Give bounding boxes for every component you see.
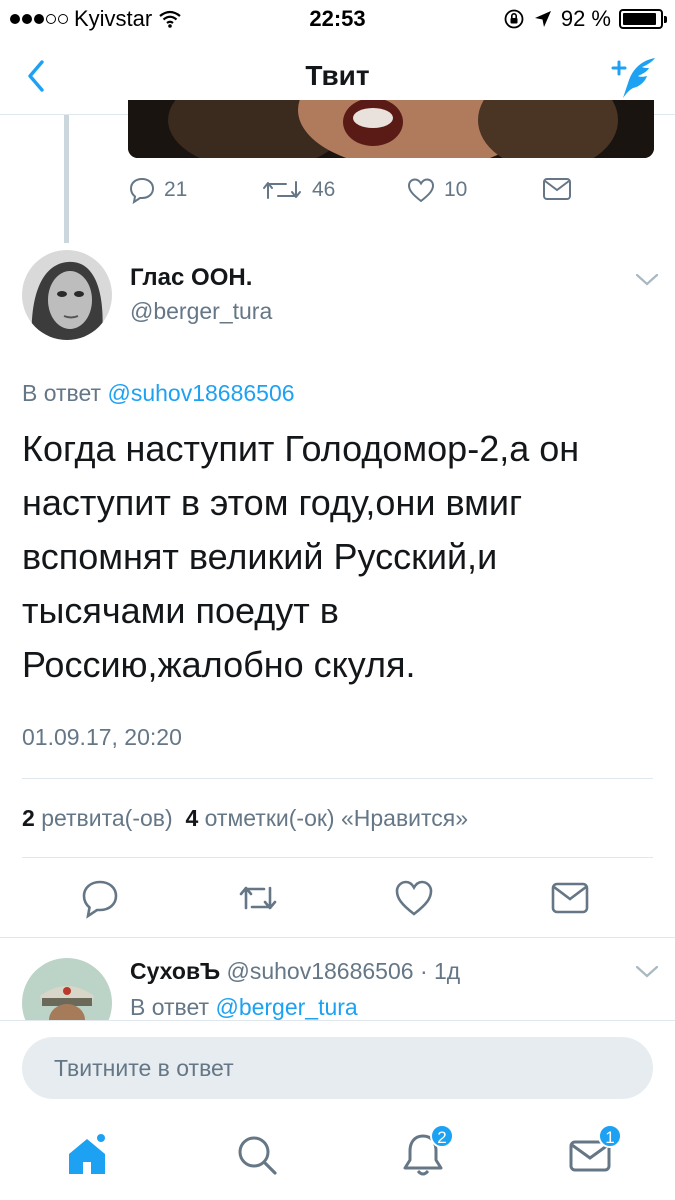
like-action[interactable]: 10	[406, 176, 467, 204]
tweet-text-line: тысячами поедут в	[22, 590, 339, 631]
tab-home[interactable]	[62, 1130, 112, 1180]
chevron-down-icon[interactable]	[634, 272, 660, 288]
avatar-image	[22, 250, 112, 340]
tab-messages[interactable]: 1	[566, 1124, 622, 1180]
retweet-action[interactable]: 46	[260, 176, 335, 204]
heart-icon	[407, 178, 435, 203]
location-icon	[534, 11, 551, 27]
tab-bar: 2 1	[0, 1110, 675, 1200]
page-title: Твит	[305, 60, 370, 91]
envelope-icon[interactable]	[548, 876, 592, 920]
divider	[22, 857, 653, 858]
reply-composer-bar: Твитните в ответ	[0, 1020, 675, 1110]
tweet-text-line: Россию,жалобно скуля.	[22, 644, 416, 685]
notifications-badge: 2	[430, 1124, 454, 1148]
battery-icon	[619, 9, 667, 29]
battery-level	[623, 13, 657, 25]
reply-to-link[interactable]: @berger_tura	[215, 994, 357, 1020]
thread-connector-line	[64, 115, 69, 243]
reply-input[interactable]: Твитните в ответ	[22, 1037, 653, 1099]
home-icon	[69, 1134, 105, 1174]
author-handle[interactable]: @berger_tura	[130, 298, 272, 325]
likes-count[interactable]: 4	[185, 805, 198, 831]
author-avatar[interactable]	[22, 250, 112, 340]
retweet-count: 46	[312, 178, 336, 201]
author-name[interactable]: Глас ООН.	[130, 264, 252, 292]
reply-count: 21	[164, 178, 188, 201]
tweet-text-line: наступит в этом году,они вмиг	[22, 482, 523, 523]
reply-header: СуховЪ @suhov18686506 · 1д	[130, 958, 460, 985]
divider	[22, 778, 653, 779]
orientation-lock-icon	[504, 9, 524, 29]
reply-context: В ответ @berger_tura	[130, 994, 358, 1020]
tweet-stats: 2 ретвита(-ов) 4 отметки(-ок) «Нравится»	[22, 805, 468, 832]
avatar-image	[22, 958, 112, 1020]
tweet-action-bar	[0, 868, 675, 928]
chevron-down-icon[interactable]	[634, 964, 660, 980]
tab-notifications[interactable]: 2	[398, 1124, 454, 1180]
heart-icon[interactable]	[392, 876, 436, 920]
reply-action[interactable]: 21	[128, 176, 187, 204]
tweet-text: Когда наступит Голодомор-2,а он наступит…	[22, 422, 652, 692]
previous-tweet-actions: 21 46 10	[128, 176, 654, 212]
compose-tweet-icon[interactable]	[609, 52, 659, 102]
retweet-icon[interactable]	[236, 876, 280, 920]
reply-prefix: В ответ	[22, 380, 102, 406]
reply-author-avatar[interactable]	[22, 958, 112, 1020]
tab-search[interactable]	[232, 1130, 282, 1180]
like-count: 10	[444, 178, 468, 201]
retweet-icon	[263, 181, 301, 199]
envelope-icon	[543, 178, 571, 200]
reply-author-handle[interactable]: @suhov18686506	[226, 958, 413, 984]
reply-to-link[interactable]: @suhov18686506	[107, 380, 294, 406]
reply-tweet[interactable]: СуховЪ @suhov18686506 · 1д В ответ @berg…	[0, 938, 675, 1020]
battery-percent: 92 %	[560, 6, 611, 31]
media-image	[128, 100, 654, 158]
reply-icon[interactable]	[78, 876, 122, 920]
tweet-text-line: Когда наступит Голодомор-2,а он	[22, 428, 580, 469]
reply-age: 1д	[434, 958, 461, 984]
search-icon	[238, 1136, 277, 1175]
reply-author-name[interactable]: СуховЪ	[130, 958, 220, 984]
previous-tweet-media[interactable]	[128, 100, 654, 158]
tweet-timestamp: 01.09.17, 20:20	[22, 724, 182, 750]
tweet-text-line: вспомнят великий Русский,и	[22, 536, 498, 577]
reply-context: В ответ @suhov18686506	[22, 380, 295, 407]
reply-icon	[129, 177, 155, 204]
messages-badge: 1	[598, 1124, 622, 1148]
reply-prefix: В ответ	[130, 994, 210, 1020]
retweets-count[interactable]: 2	[22, 805, 35, 831]
retweets-label[interactable]: ретвита(-ов)	[41, 805, 172, 831]
status-right: 92 %	[503, 6, 667, 32]
share-action[interactable]	[542, 176, 572, 202]
separator: ·	[419, 958, 428, 984]
likes-label[interactable]: отметки(-ок) «Нравится»	[205, 805, 468, 831]
status-bar: Kyivstar 22:53 92 %	[0, 0, 675, 40]
